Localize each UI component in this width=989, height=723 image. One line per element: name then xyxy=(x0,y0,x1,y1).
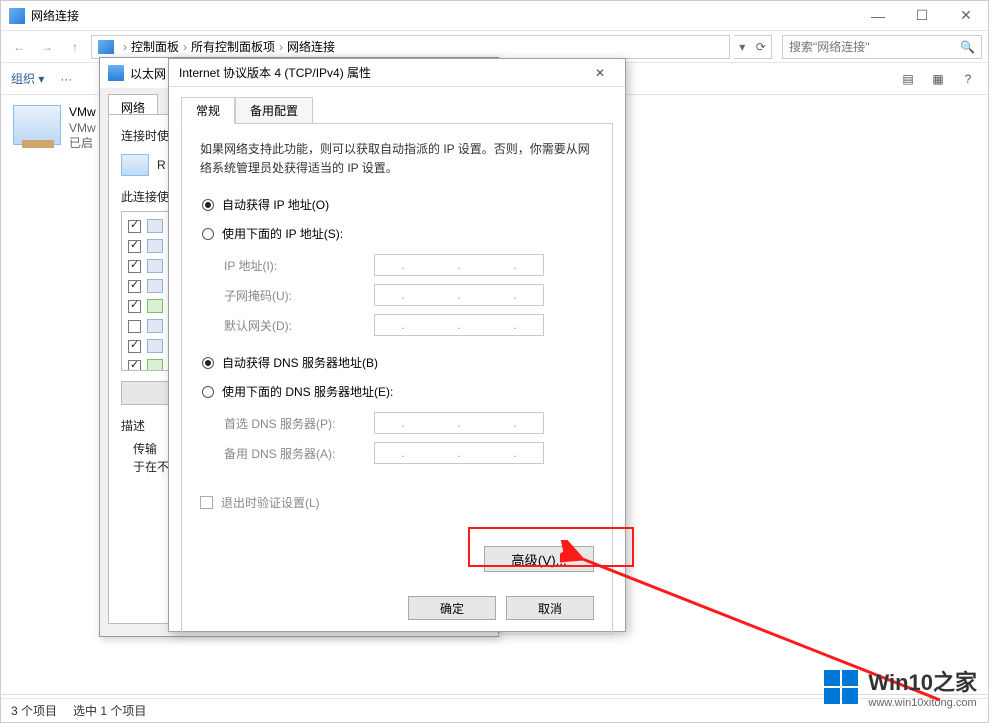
window-controls: — ☐ ✕ xyxy=(856,1,988,31)
checkbox-icon[interactable] xyxy=(128,300,141,313)
dialog2-titlebar[interactable]: Internet 协议版本 4 (TCP/IPv4) 属性 ✕ xyxy=(169,59,625,87)
dns-alt-label: 备用 DNS 服务器(A): xyxy=(224,445,374,462)
radio-dns-manual[interactable]: 使用下面的 DNS 服务器地址(E): xyxy=(202,383,592,400)
breadcrumb-a[interactable]: 控制面板 xyxy=(131,38,179,55)
dialog1-icon xyxy=(108,65,124,81)
gateway-input: ... xyxy=(374,314,544,336)
close-button[interactable]: ✕ xyxy=(944,1,988,31)
watermark-url: www.win10xitong.com xyxy=(868,697,977,709)
search-input[interactable] xyxy=(789,40,960,54)
forward-button[interactable]: → xyxy=(35,35,59,59)
device-name: R xyxy=(157,158,166,172)
radio-icon xyxy=(202,357,214,369)
titlebar: 网络连接 — ☐ ✕ xyxy=(1,1,988,31)
validate-checkbox[interactable]: 退出时验证设置(L) xyxy=(200,494,594,511)
breadcrumb-c[interactable]: 网络连接 xyxy=(287,38,335,55)
status-selected: 选中 1 个项目 xyxy=(73,702,146,719)
adapter-icon xyxy=(13,105,61,145)
minimize-button[interactable]: — xyxy=(856,1,900,31)
checkbox-icon[interactable] xyxy=(128,320,141,333)
tab-alternate[interactable]: 备用配置 xyxy=(235,97,313,124)
radio-ip-auto[interactable]: 自动获得 IP 地址(O) xyxy=(202,196,592,213)
checkbox-icon[interactable] xyxy=(128,260,141,273)
checkbox-icon[interactable] xyxy=(128,360,141,372)
advanced-button[interactable]: 高级(V)... xyxy=(484,546,594,572)
radio-dns-auto[interactable]: 自动获得 DNS 服务器地址(B) xyxy=(202,354,592,371)
adapter-line3: 已启 xyxy=(69,136,96,152)
component-icon xyxy=(147,219,163,233)
dialog2-panel: 如果网络支持此功能，则可以获取自动指派的 IP 设置。否则，你需要从网络系统管理… xyxy=(181,123,613,635)
help-button[interactable]: ? xyxy=(958,69,978,89)
checkbox-icon[interactable] xyxy=(128,220,141,233)
component-icon xyxy=(147,339,163,353)
checkbox-icon[interactable] xyxy=(128,280,141,293)
dns-pref-label: 首选 DNS 服务器(P): xyxy=(224,415,374,432)
component-icon xyxy=(147,319,163,333)
address-refresh[interactable]: ▾⟳ xyxy=(734,35,772,59)
back-button[interactable]: ← xyxy=(7,35,31,59)
toolbar-overflow[interactable]: ··· xyxy=(60,72,72,86)
maximize-button[interactable]: ☐ xyxy=(900,1,944,31)
ip-address-input: ... xyxy=(374,254,544,276)
radio-ip-manual[interactable]: 使用下面的 IP 地址(S): xyxy=(202,225,592,242)
ip-address-label: IP 地址(I): xyxy=(224,257,374,274)
view-icons-button[interactable]: ▤ xyxy=(898,69,918,89)
window-title: 网络连接 xyxy=(31,7,79,24)
subnet-label: 子网掩码(U): xyxy=(224,287,374,304)
dns-pref-input: ... xyxy=(374,412,544,434)
checkbox-icon xyxy=(200,496,213,509)
ip-hint-text: 如果网络支持此功能，则可以获取自动指派的 IP 设置。否则，你需要从网络系统管理… xyxy=(200,140,594,178)
cancel-button[interactable]: 取消 xyxy=(506,596,594,620)
view-details-button[interactable]: ▦ xyxy=(928,69,948,89)
organize-menu[interactable]: 组织 ▾ xyxy=(11,70,44,87)
component-icon xyxy=(147,259,163,273)
adapter-line1: VMw xyxy=(69,105,96,121)
adapter-item[interactable]: VMw VMw 已启 xyxy=(13,105,96,152)
device-icon xyxy=(121,154,149,176)
window-icon xyxy=(9,8,25,24)
component-icon xyxy=(147,299,163,313)
ipv4-properties-dialog: Internet 协议版本 4 (TCP/IPv4) 属性 ✕ 常规 备用配置 … xyxy=(168,58,626,632)
dns-alt-input: ... xyxy=(374,442,544,464)
dialog1-title-text: 以太网 xyxy=(130,65,166,82)
breadcrumb-b[interactable]: 所有控制面板项 xyxy=(191,38,275,55)
radio-icon xyxy=(202,386,214,398)
subnet-input: ... xyxy=(374,284,544,306)
breadcrumb-icon xyxy=(98,40,114,54)
component-icon xyxy=(147,359,163,371)
radio-icon xyxy=(202,228,214,240)
breadcrumb-bar[interactable]: › 控制面板 › 所有控制面板项 › 网络连接 xyxy=(91,35,730,59)
gateway-label: 默认网关(D): xyxy=(224,317,374,334)
component-icon xyxy=(147,239,163,253)
watermark-title: Win10之家 xyxy=(868,665,977,697)
dialog2-close-button[interactable]: ✕ xyxy=(585,66,615,80)
status-items: 3 个项目 xyxy=(11,702,57,719)
windows-logo-icon xyxy=(824,670,858,704)
view-controls: ▤ ▦ ? xyxy=(898,69,978,89)
up-button[interactable]: ↑ xyxy=(63,35,87,59)
component-icon xyxy=(147,279,163,293)
adapter-line2: VMw xyxy=(69,121,96,137)
checkbox-icon[interactable] xyxy=(128,240,141,253)
search-box[interactable]: 🔍 xyxy=(782,35,982,59)
radio-icon xyxy=(202,199,214,211)
tab-general[interactable]: 常规 xyxy=(181,97,235,124)
search-icon: 🔍 xyxy=(960,40,975,54)
dialog2-title-text: Internet 协议版本 4 (TCP/IPv4) 属性 xyxy=(179,64,371,81)
watermark: Win10之家 www.win10xitong.com xyxy=(824,665,977,709)
checkbox-icon[interactable] xyxy=(128,340,141,353)
ok-button[interactable]: 确定 xyxy=(408,596,496,620)
